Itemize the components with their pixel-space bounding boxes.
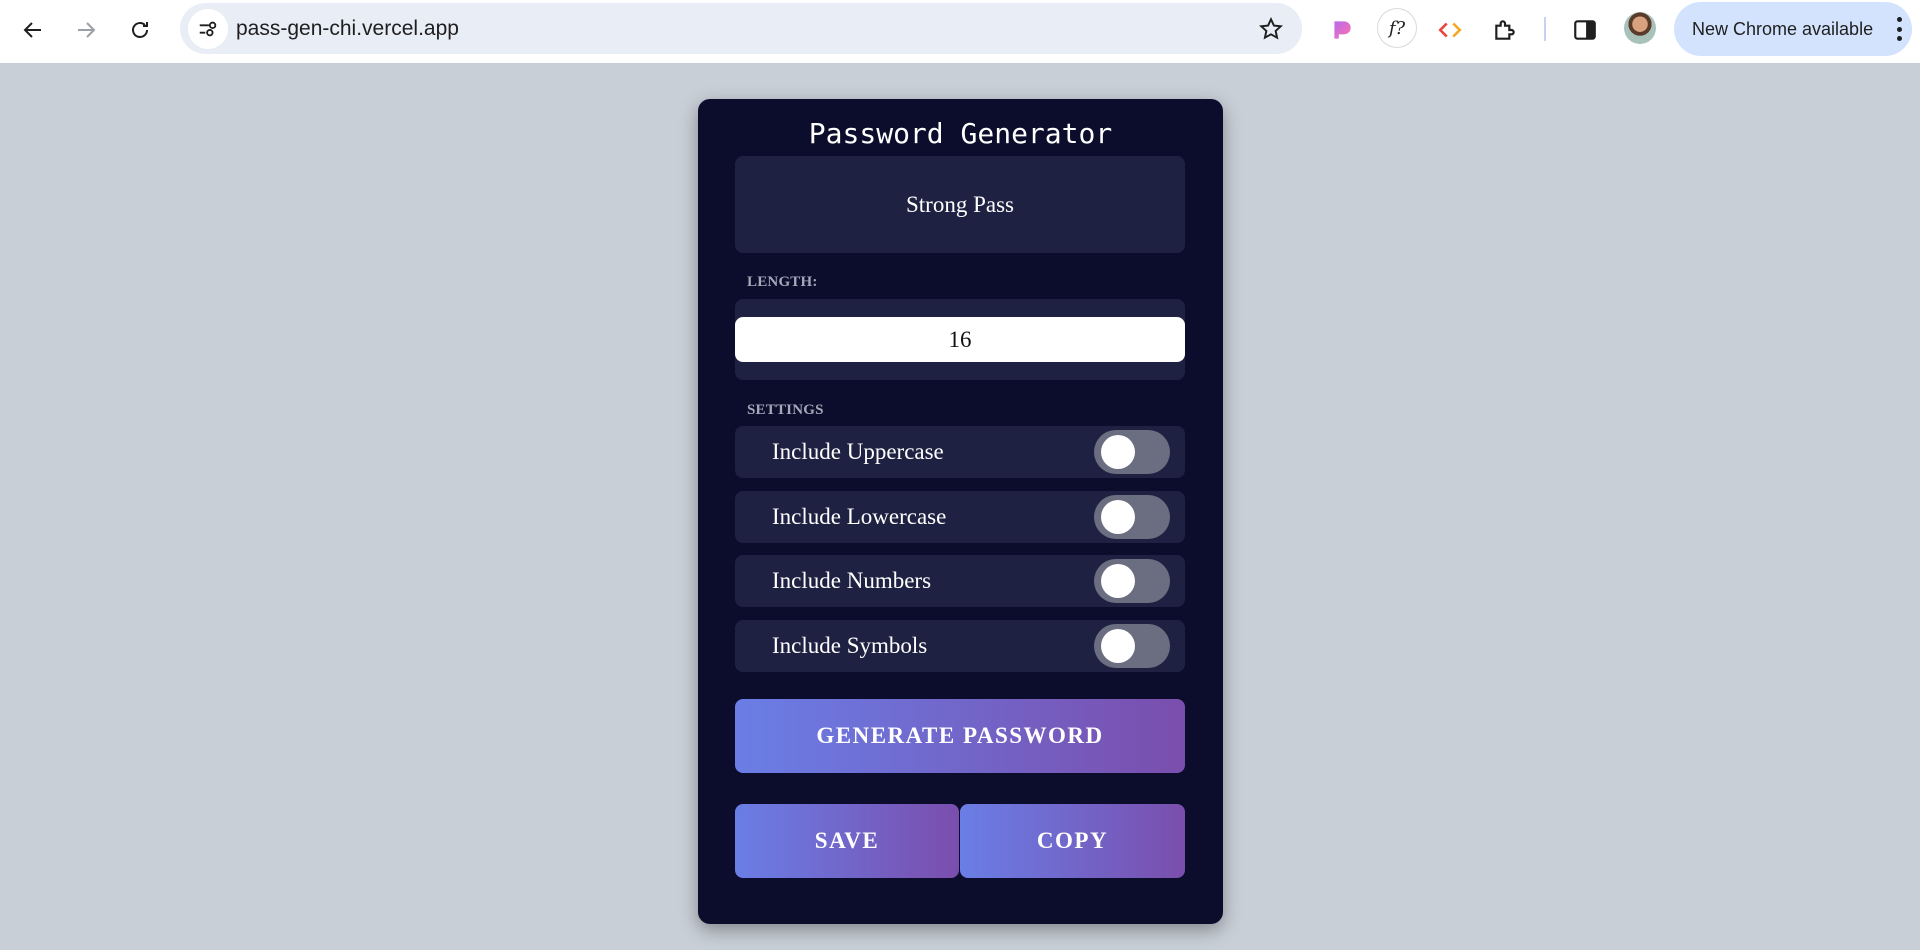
back-button[interactable] bbox=[13, 10, 53, 50]
extension-pink-button[interactable] bbox=[1322, 10, 1362, 50]
password-output: Strong Pass bbox=[735, 156, 1185, 253]
numbers-toggle[interactable] bbox=[1094, 559, 1170, 603]
length-panel bbox=[735, 299, 1185, 380]
setting-label-numbers: Include Numbers bbox=[772, 568, 932, 593]
length-input[interactable] bbox=[735, 317, 1185, 362]
setting-row-numbers: Include Numbers bbox=[735, 555, 1185, 607]
setting-row-uppercase: Include Uppercase bbox=[735, 426, 1185, 478]
gradient-extension-icon bbox=[1334, 21, 1351, 39]
arrow-left-icon bbox=[23, 22, 41, 38]
site-info-button[interactable] bbox=[188, 9, 228, 49]
save-button[interactable]: SAVE bbox=[735, 804, 959, 878]
settings-label: SETTINGS bbox=[747, 402, 824, 418]
toggle-knob bbox=[1101, 564, 1135, 598]
copy-button[interactable]: COPY bbox=[960, 804, 1185, 878]
star-icon bbox=[1259, 16, 1283, 40]
side-panel-button[interactable] bbox=[1565, 10, 1605, 50]
profile-avatar[interactable] bbox=[1624, 12, 1656, 44]
lowercase-toggle[interactable] bbox=[1094, 495, 1170, 539]
code-brackets-icon bbox=[1438, 22, 1462, 38]
setting-label-lowercase: Include Lowercase bbox=[772, 504, 947, 529]
update-label: New Chrome available bbox=[1692, 18, 1874, 39]
menu-kebab-icon[interactable] bbox=[1896, 17, 1902, 41]
toggle-knob bbox=[1101, 435, 1135, 469]
function-extension-label: f bbox=[1388, 17, 1396, 39]
url-text[interactable]: pass-gen-chi.vercel.app bbox=[236, 17, 459, 41]
forward-button[interactable] bbox=[66, 10, 106, 50]
extensions-button[interactable] bbox=[1485, 10, 1525, 50]
code-extension-button[interactable] bbox=[1430, 10, 1470, 50]
puzzle-icon bbox=[1495, 20, 1515, 40]
setting-label-symbols: Include Symbols bbox=[772, 633, 928, 658]
browser-toolbar: pass-gen-chi.vercel.app f? New Chrome av… bbox=[0, 0, 1920, 63]
app-title: Password Generator bbox=[808, 117, 1113, 150]
uppercase-toggle[interactable] bbox=[1094, 430, 1170, 474]
address-bar[interactable]: pass-gen-chi.vercel.app bbox=[180, 3, 1302, 54]
setting-row-lowercase: Include Lowercase bbox=[735, 491, 1185, 543]
new-chrome-available-button[interactable]: New Chrome available bbox=[1674, 2, 1912, 56]
length-label: LENGTH: bbox=[747, 274, 818, 290]
symbols-toggle[interactable] bbox=[1094, 624, 1170, 668]
setting-label-uppercase: Include Uppercase bbox=[772, 439, 944, 464]
function-extension-button[interactable]: f? bbox=[1378, 9, 1416, 47]
tune-icon bbox=[199, 21, 217, 37]
arrow-right-icon bbox=[78, 22, 96, 38]
bookmark-button[interactable] bbox=[1254, 12, 1288, 46]
side-panel-icon bbox=[1574, 20, 1596, 40]
function-extension-sup: ? bbox=[1395, 17, 1406, 39]
generate-password-button[interactable]: GENERATE PASSWORD bbox=[735, 699, 1185, 773]
reload-icon bbox=[132, 22, 148, 38]
setting-row-symbols: Include Symbols bbox=[735, 620, 1185, 672]
toolbar-divider bbox=[1544, 17, 1546, 41]
password-generator-card: Password Generator Strong Pass LENGTH: S… bbox=[698, 99, 1223, 924]
toggle-knob bbox=[1101, 500, 1135, 534]
toggle-knob bbox=[1101, 629, 1135, 663]
reload-button[interactable] bbox=[120, 10, 160, 50]
